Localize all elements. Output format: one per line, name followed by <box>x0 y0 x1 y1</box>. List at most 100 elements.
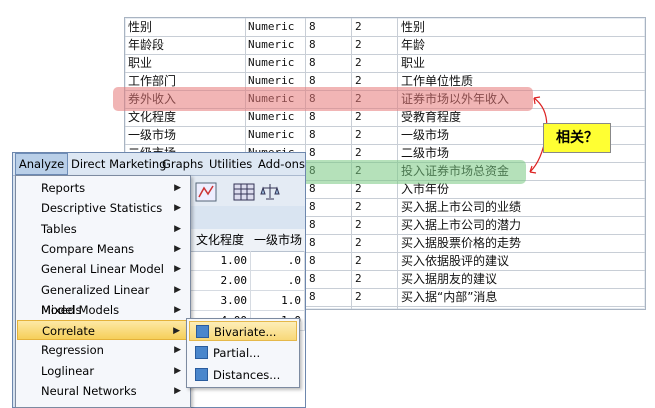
submenu-arrow-icon: ▶ <box>174 243 181 254</box>
variable-decimals-cell[interactable]: 2 <box>355 198 362 216</box>
variable-width-cell[interactable]: 8 <box>309 216 316 234</box>
menu-item-label: General Linear Model <box>41 262 164 277</box>
column-header-primary-market[interactable]: 一级市场 <box>251 229 305 252</box>
variable-type-cell[interactable]: Numeric <box>248 18 294 36</box>
submenu-arrow-icon: ▶ <box>174 345 181 356</box>
variable-label-cell[interactable]: 一级市场 <box>401 126 449 144</box>
variable-type-cell[interactable]: Numeric <box>248 126 294 144</box>
menubar: Analyze Direct Marketing Graphs Utilitie… <box>13 153 305 176</box>
menu-item-label: Reports <box>41 181 86 195</box>
submenu-arrow-icon: ▶ <box>174 304 181 315</box>
variable-name-cell[interactable]: 职业 <box>128 54 152 72</box>
data-cell[interactable]: 3.00 <box>189 291 251 311</box>
variable-row[interactable]: 性别 Numeric 8 2 性别 <box>125 18 645 37</box>
menu-item-label: Neural Networks <box>41 384 137 398</box>
data-cell[interactable]: .0 <box>251 251 305 271</box>
submenu-arrow-icon: ▶ <box>174 223 181 234</box>
partial-icon <box>195 346 208 359</box>
variable-label-cell[interactable]: 买入据上市公司的潜力 <box>401 216 521 234</box>
correlation-question-callout: 相关？ <box>543 123 611 153</box>
variable-name-cell[interactable]: 一级市场 <box>128 126 176 144</box>
analyze-menu-item-reports[interactable]: Reports ▶ <box>17 178 189 198</box>
data-cell[interactable]: 2.00 <box>189 271 251 291</box>
variable-label-cell[interactable]: 年龄 <box>401 36 425 54</box>
submenu-item-label: Partial... <box>213 346 261 360</box>
analyze-menu-item-tables[interactable]: Tables ▶ <box>17 219 189 239</box>
data-cell[interactable]: 1.00 <box>189 251 251 271</box>
toolbar <box>189 176 305 206</box>
variable-type-cell[interactable]: Numeric <box>248 54 294 72</box>
variable-decimals-cell[interactable]: 2 <box>355 216 362 234</box>
correlate-item-bivariate[interactable]: Bivariate... <box>189 321 297 341</box>
menu-analyze[interactable]: Analyze <box>15 153 68 175</box>
variable-width-cell[interactable]: 8 <box>309 234 316 252</box>
variable-name-cell[interactable]: 性别 <box>128 18 152 36</box>
variable-decimals-cell[interactable]: 2 <box>355 54 362 72</box>
variable-decimals-cell[interactable]: 2 <box>355 126 362 144</box>
variable-label-cell[interactable]: 买入据上市公司的业绩 <box>401 198 521 216</box>
menu-item-label: Descriptive Statistics <box>41 201 163 216</box>
variable-decimals-cell[interactable]: 2 <box>355 36 362 54</box>
data-table-icon[interactable] <box>233 182 255 202</box>
variable-width-cell[interactable]: 8 <box>309 36 316 54</box>
variable-width-cell[interactable]: 8 <box>309 18 316 36</box>
submenu-item-label: Bivariate... <box>214 325 277 339</box>
analyze-menu-item-regression[interactable]: Regression ▶ <box>17 340 189 360</box>
variable-label-cell[interactable]: 职业 <box>401 54 425 72</box>
variable-width-cell[interactable]: 8 <box>309 126 316 144</box>
analyze-menu-item-compare-means[interactable]: Compare Means ▶ <box>17 239 189 259</box>
submenu-arrow-icon: ▶ <box>174 284 181 295</box>
analyze-menu-item-generalized-linear-models[interactable]: Generalized Linear Models ▶ <box>17 280 189 317</box>
highlight-band-red <box>113 87 533 111</box>
menu-utilities[interactable]: Utilities <box>209 153 252 175</box>
analyze-menu-item-loglinear[interactable]: Loglinear ▶ <box>17 361 189 381</box>
submenu-item-label: Distances... <box>213 368 281 382</box>
variable-label-cell[interactable]: 性别 <box>401 18 425 36</box>
bivariate-icon <box>196 325 209 338</box>
menu-item-label: Mixed Models <box>41 302 120 317</box>
weight-cases-icon[interactable] <box>259 182 281 202</box>
variable-decimals-cell[interactable]: 2 <box>355 18 362 36</box>
analyze-menu-item-descriptive-statistics[interactable]: Descriptive Statistics ▶ <box>17 198 189 218</box>
variable-type-cell[interactable]: Numeric <box>248 36 294 54</box>
analyze-menu-item-correlate[interactable]: Correlate ▶ <box>17 320 189 341</box>
variable-decimals-cell[interactable]: 2 <box>355 252 362 270</box>
correlate-submenu: Bivariate... Partial... Distances... <box>186 318 300 388</box>
variable-label-cell[interactable]: 买入依据股评的建议 <box>401 252 509 270</box>
menu-item-label: Regression <box>41 343 104 358</box>
menu-item-label: Tables <box>41 221 77 236</box>
analyze-menu-item-general-linear-model[interactable]: General Linear Model ▶ <box>17 259 189 279</box>
variable-width-cell[interactable]: 8 <box>309 198 316 216</box>
submenu-arrow-icon: ▶ <box>174 183 181 193</box>
variable-width-cell[interactable]: 8 <box>309 270 316 288</box>
analyze-menu-item-mixed-models[interactable]: Mixed Models ▶ <box>17 300 189 320</box>
analyze-dropdown-menu: Reports ▶ Descriptive Statistics ▶ Tables ▶ Co… <box>15 175 191 408</box>
variable-width-cell[interactable]: 8 <box>309 288 316 306</box>
column-header-education[interactable]: 文化程度 <box>189 229 252 252</box>
menu-graphs[interactable]: Graphs <box>162 153 203 175</box>
menu-addons[interactable]: Add-ons <box>258 153 305 175</box>
variable-width-cell[interactable]: 8 <box>309 54 316 72</box>
variable-name-cell[interactable]: 年龄段 <box>128 36 164 54</box>
submenu-arrow-icon: ▶ <box>174 264 181 275</box>
distances-icon <box>195 368 208 381</box>
variable-label-cell[interactable]: 买入据“内部”消息 <box>401 288 497 306</box>
analyze-menu-item-neural-networks[interactable]: Neural Networks ▶ <box>17 381 189 401</box>
submenu-arrow-icon: ▶ <box>173 326 180 337</box>
submenu-arrow-icon: ▶ <box>174 203 181 214</box>
variable-label-cell[interactable]: 买入据朋友的建议 <box>401 270 497 288</box>
variable-row[interactable]: 职业 Numeric 8 2 职业 <box>125 54 645 73</box>
variable-decimals-cell[interactable]: 2 <box>355 270 362 288</box>
variable-decimals-cell[interactable]: 2 <box>355 234 362 252</box>
correlate-item-distances[interactable]: Distances... <box>189 365 297 385</box>
menu-direct-marketing[interactable]: Direct Marketing <box>71 153 166 175</box>
data-cell[interactable]: 1.0 <box>251 291 305 311</box>
chart-builder-icon[interactable] <box>195 182 217 202</box>
data-cell[interactable]: .0 <box>251 271 305 291</box>
variable-label-cell[interactable]: 买入据股票价格的走势 <box>401 234 521 252</box>
variable-row[interactable]: 年龄段 Numeric 8 2 年龄 <box>125 36 645 55</box>
variable-width-cell[interactable]: 8 <box>309 252 316 270</box>
menu-item-label: Compare Means <box>41 241 135 256</box>
variable-decimals-cell[interactable]: 2 <box>355 288 362 306</box>
correlate-item-partial[interactable]: Partial... <box>189 343 297 363</box>
